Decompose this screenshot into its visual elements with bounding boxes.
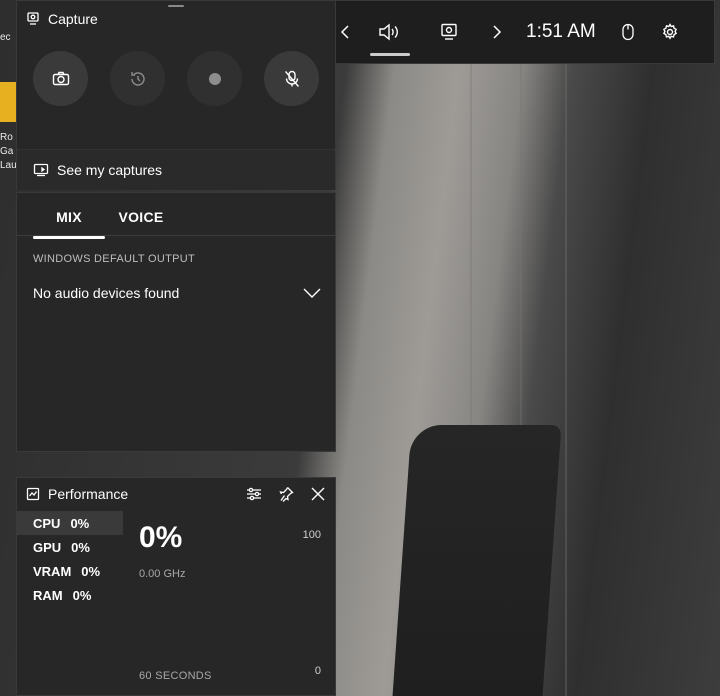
- record-icon: [208, 72, 221, 85]
- chevron-down-icon: [303, 288, 321, 298]
- selected-metric-value: 0%: [139, 521, 183, 554]
- performance-panel-icon: [26, 487, 40, 501]
- metric-list: CPU 0% GPU 0% VRAM 0% RAM 0%: [17, 511, 123, 607]
- output-device-value: No audio devices found: [33, 285, 180, 301]
- metric-value: 0%: [71, 539, 90, 555]
- capture-buttons: [33, 51, 319, 106]
- mouse-icon: [622, 23, 634, 41]
- chevron-right-icon: [493, 25, 502, 39]
- record-last-icon: [130, 71, 145, 86]
- metric-row-gpu[interactable]: GPU 0%: [17, 535, 123, 559]
- capture-panel: Capture See my captures: [16, 0, 336, 190]
- performance-actions: [243, 478, 329, 510]
- sliders-icon: [247, 487, 261, 501]
- metric-value: 0%: [81, 563, 101, 579]
- close-icon: [311, 487, 325, 501]
- metric-name: GPU: [33, 539, 62, 555]
- speaker-icon: [379, 23, 398, 41]
- metric-row-cpu[interactable]: CPU 0%: [17, 511, 123, 535]
- dark-rock: [392, 425, 562, 696]
- record-last-button[interactable]: [110, 51, 165, 106]
- desktop-icon-label[interactable]: Ro: [0, 132, 13, 143]
- gallery-icon: [33, 163, 49, 177]
- game-bar-top: 1:51 AM: [277, 0, 715, 64]
- rock-streak: [565, 0, 567, 696]
- audio-widget-button[interactable]: [362, 0, 418, 64]
- record-button[interactable]: [187, 51, 242, 106]
- desktop-icons: ec Ro Ga Lau: [0, 0, 17, 200]
- metric-value: 0%: [72, 587, 92, 603]
- gear-icon: [662, 23, 677, 40]
- next-button[interactable]: [480, 0, 514, 64]
- mic-muted-icon: [284, 70, 299, 87]
- capture-icon: [441, 23, 457, 40]
- cpu-frequency: 0.00 GHz: [139, 568, 186, 580]
- metric-row-ram[interactable]: RAM 0%: [17, 583, 123, 607]
- performance-title: Performance: [48, 486, 129, 502]
- metric-name: RAM: [33, 587, 63, 603]
- audio-tabs: MIX VOICE: [33, 209, 177, 239]
- graph-duration-label: 60 SECONDS: [139, 670, 212, 682]
- divider: [17, 235, 335, 236]
- see-captures-link[interactable]: See my captures: [17, 149, 335, 190]
- pin-icon: [279, 487, 294, 502]
- desktop-app-icon[interactable]: [0, 82, 16, 122]
- clock: 1:51 AM: [526, 21, 596, 42]
- capture-widget-button[interactable]: [418, 0, 480, 64]
- camera-icon: [52, 71, 69, 85]
- options-button[interactable]: [243, 483, 265, 505]
- capture-panel-icon: [26, 12, 40, 26]
- output-device-dropdown[interactable]: No audio devices found: [33, 281, 321, 305]
- pin-button[interactable]: [275, 483, 297, 505]
- mic-toggle-button[interactable]: [264, 51, 319, 106]
- metric-name: CPU: [33, 515, 61, 531]
- metric-name: VRAM: [33, 563, 72, 579]
- settings-button[interactable]: [648, 0, 692, 64]
- mouse-button[interactable]: [608, 0, 648, 64]
- tab-voice[interactable]: VOICE: [105, 209, 177, 235]
- desktop-icon-label[interactable]: Lau: [0, 160, 17, 171]
- output-section-label: WINDOWS DEFAULT OUTPUT: [33, 253, 196, 265]
- performance-panel: Performance CPU 0% GPU 0% VRAM 0% RAM 0%…: [16, 477, 336, 696]
- capture-title: Capture: [48, 11, 98, 27]
- screenshot-button[interactable]: [33, 51, 88, 106]
- tab-mix[interactable]: MIX: [33, 209, 105, 239]
- audio-panel: MIX VOICE WINDOWS DEFAULT OUTPUT No audi…: [16, 192, 336, 452]
- close-button[interactable]: [307, 483, 329, 505]
- see-captures-label: See my captures: [57, 162, 163, 178]
- desktop-icon-label[interactable]: Ga: [0, 146, 13, 157]
- graph-min-label: 0: [314, 665, 321, 677]
- capture-header[interactable]: Capture: [17, 1, 335, 37]
- metric-value: 0%: [70, 515, 90, 531]
- desktop-icon-label[interactable]: ec: [0, 32, 11, 43]
- graph-max-label: 100: [302, 529, 321, 541]
- chevron-left-icon: [340, 25, 349, 39]
- metric-row-vram[interactable]: VRAM 0%: [17, 559, 123, 583]
